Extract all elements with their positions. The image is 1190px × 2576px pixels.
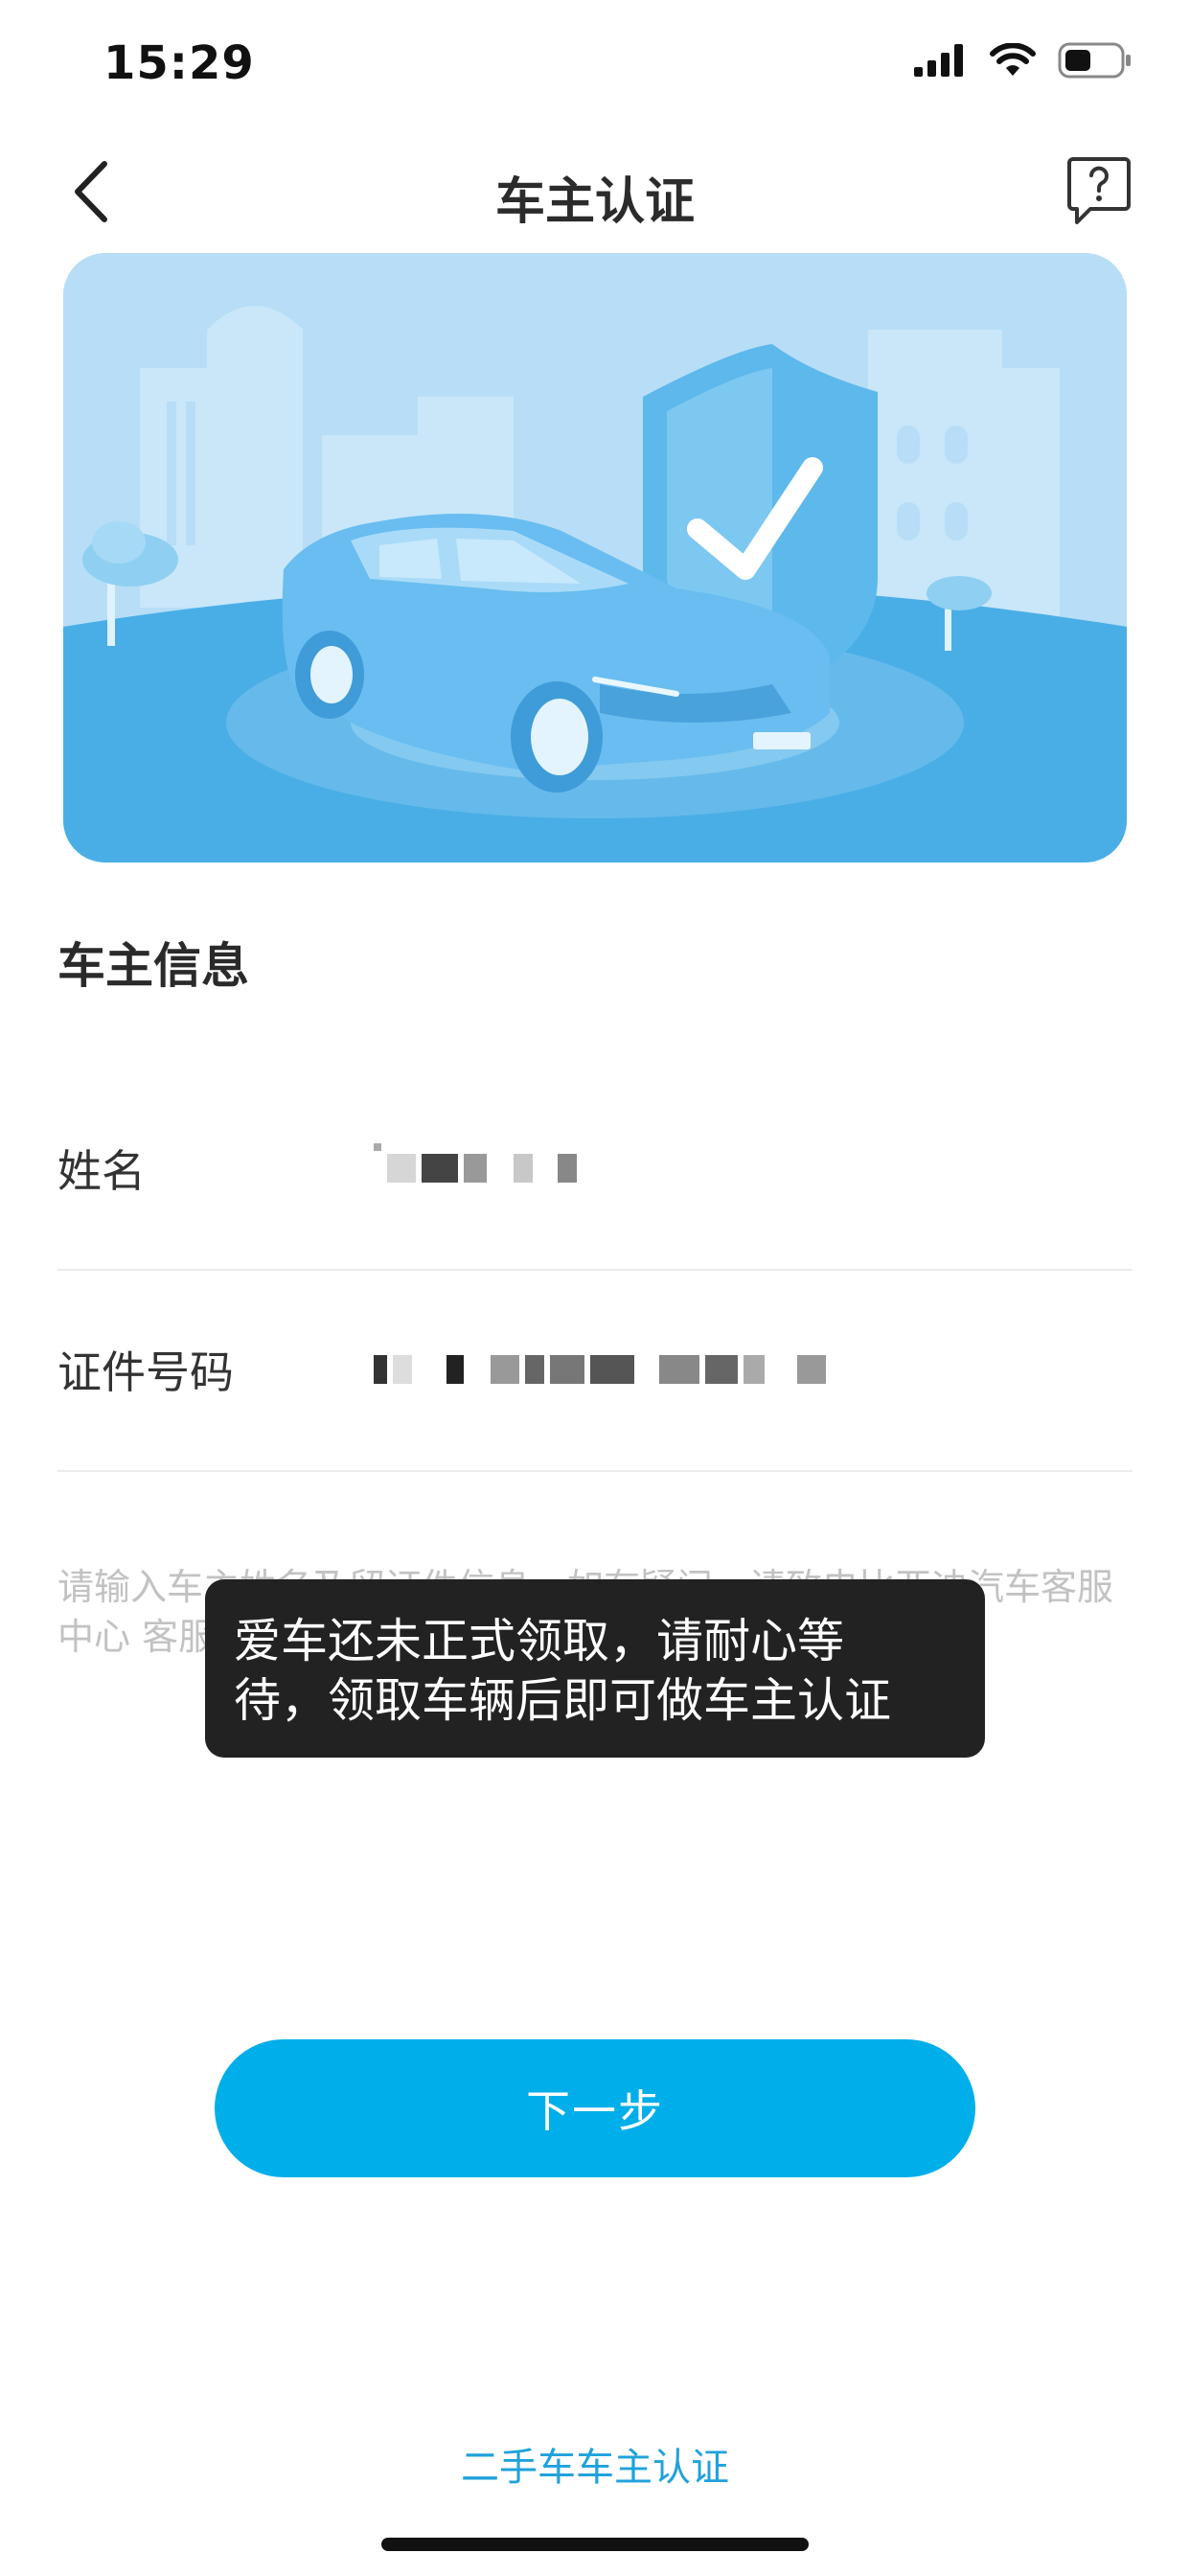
name-value-masked xyxy=(374,1068,577,1269)
id-number-row[interactable]: 证件号码 xyxy=(57,1269,1133,1472)
id-number-value-masked xyxy=(374,1269,826,1470)
hero-banner xyxy=(63,253,1127,862)
help-question-icon xyxy=(1067,157,1131,224)
toast-line-2: 待，领取车辆后即可做车主认证 xyxy=(234,1673,892,1728)
section-title-owner-info: 车主信息 xyxy=(57,938,249,994)
toast-message: 爱车还未正式领取，请耐心等 待，领取车辆后即可做车主认证 xyxy=(205,1579,985,1758)
id-number-label: 证件号码 xyxy=(57,1346,234,1398)
home-indicator xyxy=(381,2538,809,2551)
name-label: 姓名 xyxy=(57,1145,146,1197)
help-button[interactable] xyxy=(1065,155,1133,228)
status-icons xyxy=(914,42,1133,79)
next-step-button[interactable]: 下一步 xyxy=(215,2039,975,2177)
cellular-signal-icon xyxy=(914,44,963,77)
nav-bar: 车主认证 xyxy=(0,134,1190,249)
status-bar: 15:29 xyxy=(0,0,1190,125)
page-title: 车主认证 xyxy=(494,173,695,231)
car-certification-illustration xyxy=(63,253,1127,862)
wifi-icon xyxy=(990,43,1036,76)
used-car-owner-auth-link[interactable]: 二手车车主认证 xyxy=(0,2436,1190,2492)
status-time: 15:29 xyxy=(103,36,255,90)
toast-line-1: 爱车还未正式领取，请耐心等 xyxy=(234,1614,845,1668)
battery-icon xyxy=(1058,42,1131,79)
name-row[interactable]: 姓名 xyxy=(57,1068,1133,1271)
